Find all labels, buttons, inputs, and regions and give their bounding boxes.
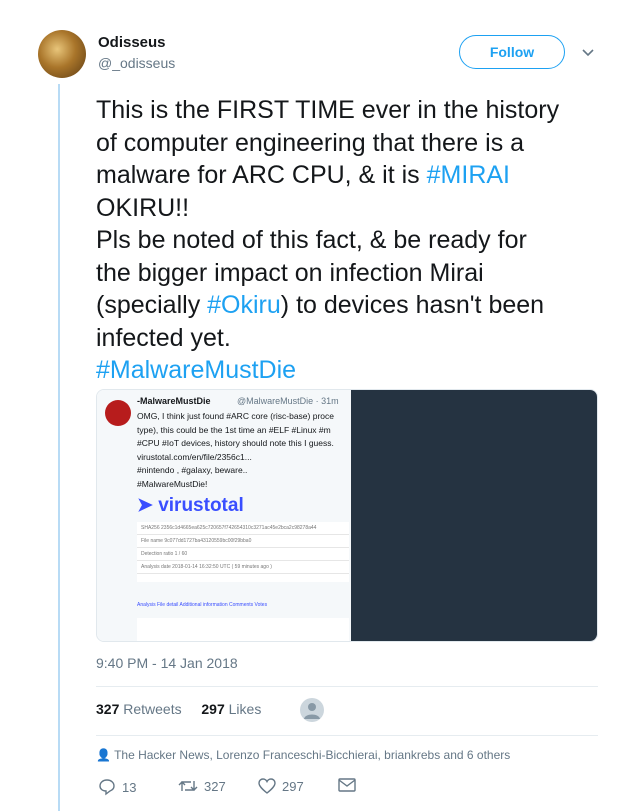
- social-context[interactable]: 👤 The Hacker News, Lorenzo Franceschi-Bi…: [96, 748, 510, 762]
- hashtag-mirai[interactable]: #MIRAI: [427, 161, 510, 189]
- person-icon: 👤: [96, 748, 111, 762]
- quoted-avatar: [105, 400, 131, 426]
- hashtag-okiru[interactable]: #Okiru: [207, 291, 281, 319]
- direct-message-button[interactable]: [338, 778, 356, 792]
- vt-bottom: [137, 618, 349, 641]
- reply-icon: [99, 779, 115, 796]
- thread-line: [58, 84, 60, 811]
- like-button[interactable]: 297: [258, 778, 304, 794]
- author-name[interactable]: Odisseus: [98, 34, 166, 51]
- retweets-count[interactable]: 327: [96, 701, 119, 717]
- vt-tabs: Analysis File detail Additional informat…: [137, 602, 268, 608]
- virustotal-logo: ➤ virustotal: [137, 495, 244, 516]
- tweet-timestamp[interactable]: 9:40 PM - 14 Jan 2018: [96, 655, 238, 671]
- divider: [96, 735, 598, 736]
- reply-count: 13: [122, 779, 137, 795]
- tweet-text: This is the FIRST TIME ever in the histo…: [96, 94, 616, 387]
- retweet-button[interactable]: 327: [178, 778, 226, 794]
- social-context-text: The Hacker News, Lorenzo Franceschi-Bicc…: [114, 748, 511, 762]
- retweet-count: 327: [204, 778, 226, 794]
- likes-count[interactable]: 297: [201, 701, 224, 717]
- like-count: 297: [282, 778, 304, 794]
- chevron-down-icon[interactable]: [582, 44, 594, 60]
- quoted-text: OMG, I think just found #ARC core (risc-…: [137, 411, 334, 489]
- heart-icon: [258, 778, 276, 794]
- tweet-media[interactable]: -MalwareMustDie @MalwareMustDie · 31m OM…: [96, 389, 598, 642]
- retweets-label[interactable]: Retweets: [123, 701, 181, 717]
- media-dark-panel: [351, 390, 597, 641]
- author-handle[interactable]: @_odisseus: [98, 55, 175, 71]
- vt-row: Analysis date 2018-01-14 16:32:50 UTC ( …: [137, 561, 349, 574]
- virustotal-table: SHA256 2356c1d4665ea625c720657f742654310…: [137, 522, 349, 582]
- follow-button[interactable]: Follow: [459, 35, 565, 69]
- tweet-stats: 327 Retweets 297 Likes: [96, 701, 261, 717]
- envelope-icon: [338, 778, 356, 792]
- quoted-name: -MalwareMustDie: [137, 396, 211, 406]
- retweet-icon: [178, 781, 198, 791]
- virustotal-logo-text: virustotal: [158, 495, 244, 516]
- divider: [96, 686, 598, 687]
- quoted-screenshot: -MalwareMustDie @MalwareMustDie · 31m OM…: [97, 390, 351, 641]
- avatar[interactable]: [38, 30, 86, 78]
- hashtag-malwaremustdie[interactable]: #MalwareMustDie: [96, 356, 296, 384]
- reply-button[interactable]: 13: [98, 778, 136, 796]
- liker-avatar[interactable]: [300, 698, 324, 722]
- likes-label[interactable]: Likes: [229, 701, 262, 717]
- vt-row: File name 9c077dd1727ba43120559bc00f29bb…: [137, 535, 349, 548]
- quoted-handle: @MalwareMustDie · 31m: [237, 396, 339, 406]
- vt-row: SHA256 2356c1d4665ea625c720657f742654310…: [137, 522, 349, 535]
- vt-row: Detection ratio 1 / 60: [137, 548, 349, 561]
